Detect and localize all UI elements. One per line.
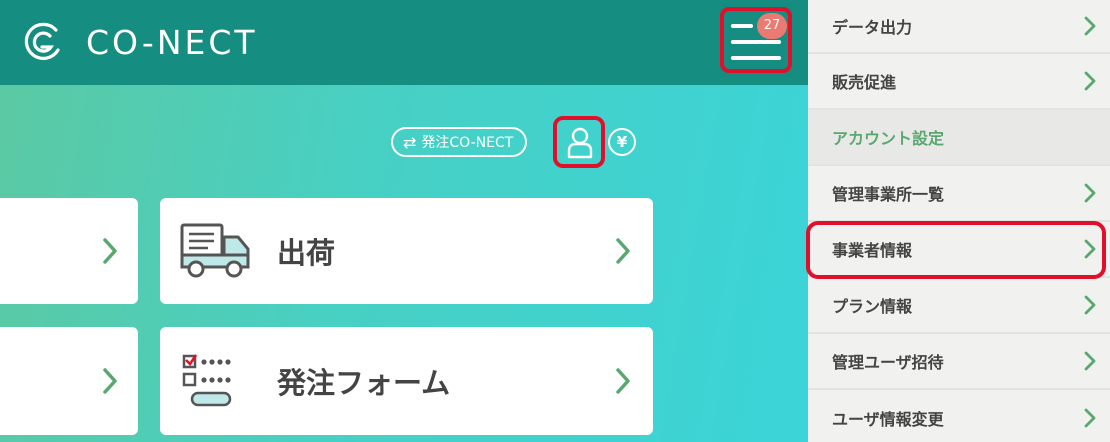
chevron-right-icon: [1084, 239, 1096, 259]
menu-item-label: 事業者情報: [832, 241, 913, 260]
swap-arrows-icon: ⇄: [403, 132, 417, 152]
menu-section-account-settings: アカウント設定: [808, 110, 1110, 166]
main-app: CO-NECT 27 ⇄ 発注CO-NECT ¥ 出荷 発注フォーム: [0, 0, 808, 442]
menu-section-label: アカウント設定: [832, 129, 945, 148]
side-menu: データ出力 販売促進 アカウント設定 管理事業所一覧 事業者情報 プラン情報 管…: [808, 0, 1110, 442]
chevron-right-icon: [1084, 295, 1096, 315]
card-left-bottom[interactable]: [0, 327, 138, 435]
menu-item-managed-offices[interactable]: 管理事業所一覧: [808, 166, 1110, 222]
chevron-right-icon: [103, 238, 117, 264]
hamburger-icon-bar: [731, 40, 781, 44]
logo-mark-icon: [24, 22, 60, 60]
menu-item-label: ユーザ情報変更: [832, 410, 944, 429]
hamburger-icon-bar: [731, 56, 781, 60]
chevron-right-icon: [616, 368, 630, 394]
chevron-right-icon: [1084, 183, 1096, 203]
chevron-right-icon: [1084, 71, 1096, 91]
shipping-card-label: 出荷: [277, 236, 336, 270]
menu-item-label: 管理事業所一覧: [832, 185, 945, 204]
menu-item-change-user-info[interactable]: ユーザ情報変更: [808, 390, 1110, 442]
chevron-right-icon: [1084, 351, 1096, 371]
notification-badge: 27: [757, 13, 787, 39]
yen-button[interactable]: ¥: [608, 128, 636, 156]
app-header: CO-NECT 27: [0, 0, 808, 85]
order-form-icon: [182, 354, 232, 407]
chevron-right-icon: [1084, 16, 1096, 36]
order-form-card[interactable]: 発注フォーム: [160, 327, 653, 435]
shipping-card[interactable]: 出荷: [160, 198, 653, 304]
user-account-button[interactable]: [553, 116, 605, 168]
menu-item-label: データ出力: [832, 18, 913, 37]
logo[interactable]: CO-NECT: [20, 20, 258, 64]
menu-item-sales-promotion[interactable]: 販売促進: [808, 54, 1110, 110]
menu-item-plan-info[interactable]: プラン情報: [808, 278, 1110, 334]
menu-item-label: プラン情報: [832, 297, 913, 316]
menu-item-data-export[interactable]: データ出力: [808, 0, 1110, 54]
logo-text: CO-NECT: [86, 22, 258, 62]
switch-order-conect-label: 発注CO-NECT: [421, 135, 514, 151]
menu-item-label: 管理ユーザ招待: [832, 353, 944, 372]
user-icon: [567, 127, 593, 159]
menu-toggle-button[interactable]: 27: [720, 7, 792, 73]
menu-item-label: 販売促進: [832, 73, 897, 92]
order-form-card-label: 発注フォーム: [277, 366, 451, 400]
chevron-right-icon: [616, 238, 630, 264]
card-left-top[interactable]: [0, 198, 138, 304]
truck-icon: [180, 223, 250, 278]
switch-order-conect-button[interactable]: ⇄ 発注CO-NECT: [391, 127, 528, 157]
menu-item-business-info[interactable]: 事業者情報: [808, 222, 1110, 278]
chevron-right-icon: [1084, 408, 1096, 428]
menu-item-invite-admin-user[interactable]: 管理ユーザ招待: [808, 334, 1110, 390]
chevron-right-icon: [103, 368, 117, 394]
hamburger-icon: [731, 24, 753, 28]
